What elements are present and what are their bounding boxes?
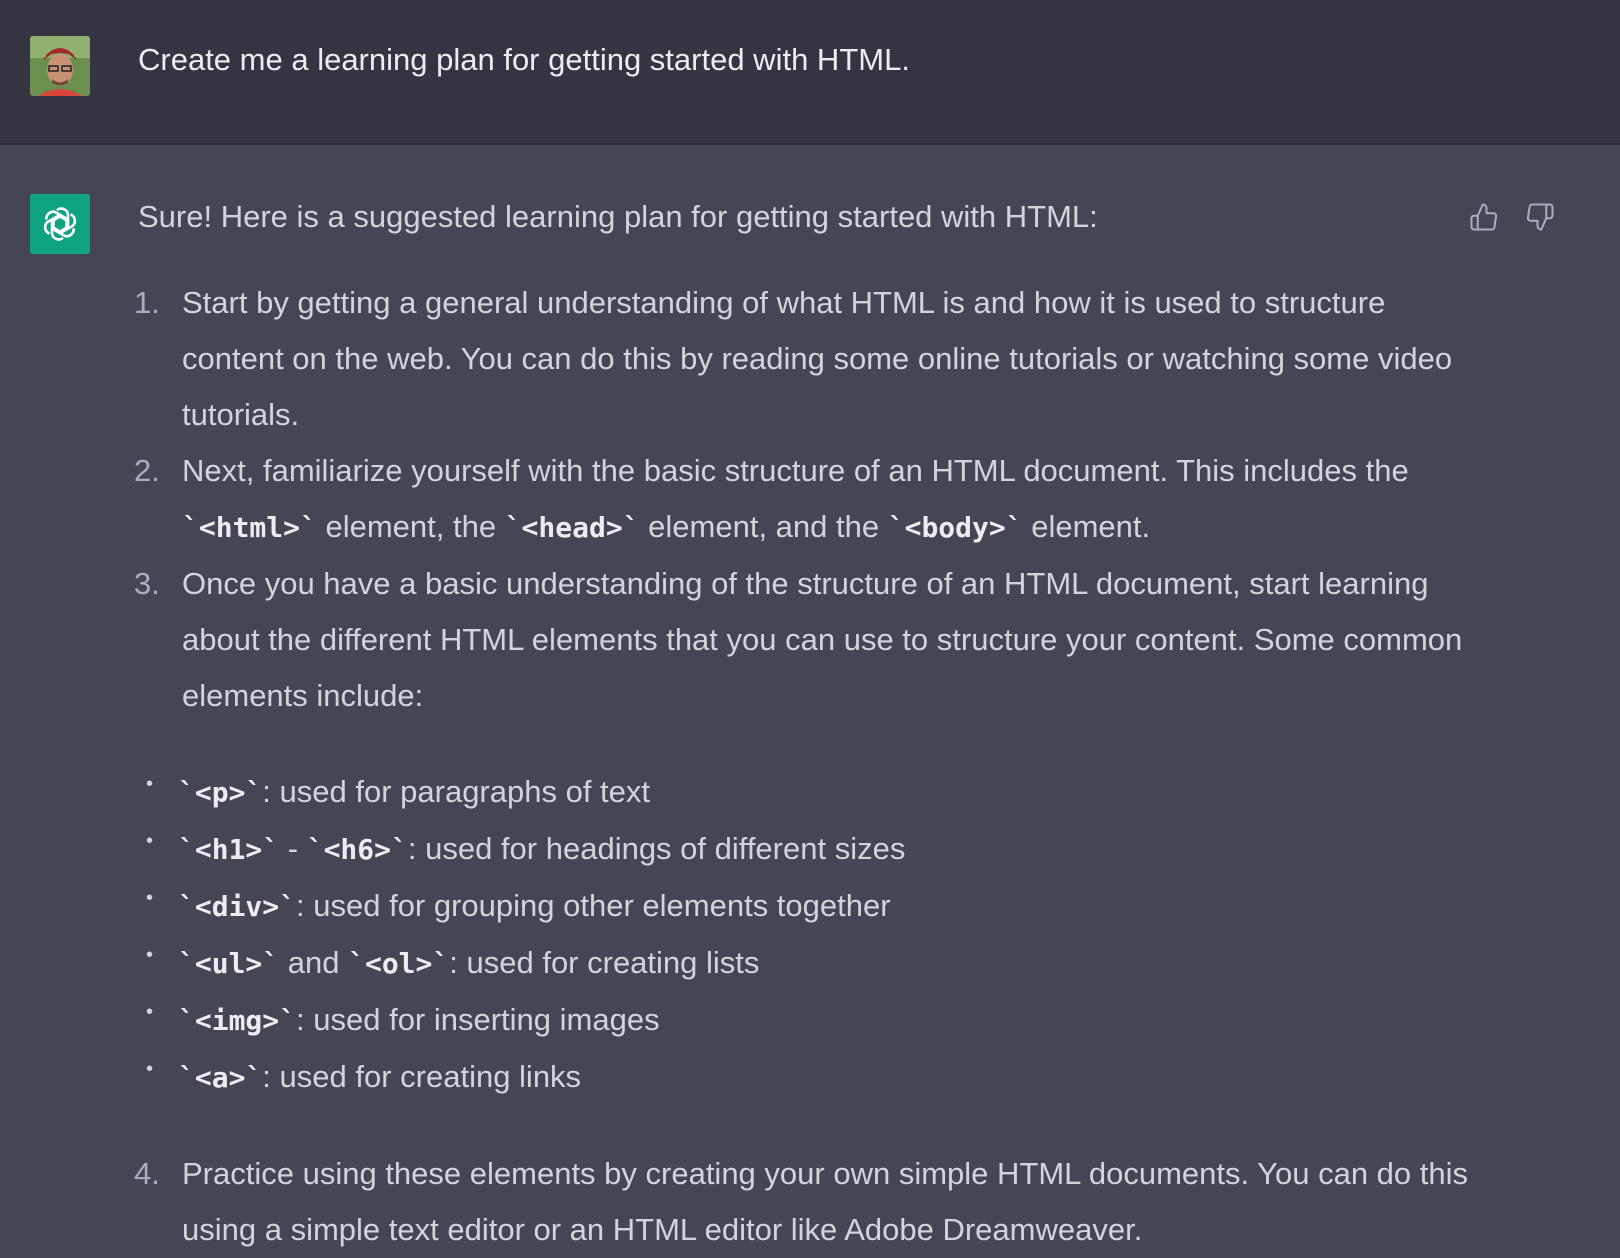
inline-code: `<p>`: [178, 776, 263, 809]
html-elements-list: • `<p>`: used for paragraphs of text • `…: [134, 764, 1468, 1106]
user-avatar: [30, 36, 90, 96]
inline-code: `<ul>`: [178, 947, 280, 980]
step-number: 4.: [134, 1156, 160, 1191]
user-message-text: Create me a learning plan for getting st…: [138, 42, 910, 77]
step-number: 3.: [134, 566, 160, 601]
learning-steps-list-continued: 4. Practice using these elements by crea…: [134, 1146, 1469, 1258]
step-text: element.: [1022, 509, 1151, 544]
element-description: : used for creating links: [262, 1059, 582, 1094]
step-text: Once you have a basic understanding of t…: [182, 566, 1463, 713]
step-number: 1.: [134, 285, 160, 320]
learning-steps-list: 1. Start by getting a general understand…: [134, 275, 1468, 724]
list-item: • `<h1>` - `<h6>`: used for headings of …: [134, 821, 1468, 878]
inline-code: `<img>`: [178, 1004, 297, 1037]
bullet: •: [146, 773, 154, 795]
inline-code: `<ol>`: [348, 947, 450, 980]
step-number: 2.: [134, 453, 160, 488]
element-description: : used for creating lists: [449, 945, 760, 980]
separator-text: and: [279, 945, 349, 980]
element-description: : used for grouping other elements toget…: [296, 888, 891, 923]
step-text: Next, familiarize yourself with the basi…: [182, 453, 1409, 488]
list-item: • `<p>`: used for paragraphs of text: [134, 764, 1468, 821]
bullet: •: [146, 830, 154, 852]
assistant-intro: Sure! Here is a suggested learning plan …: [138, 199, 1098, 234]
list-item: • `<div>`: used for grouping other eleme…: [134, 878, 1468, 935]
inline-code: `<html>`: [182, 511, 317, 544]
inline-code: `<h1>`: [178, 833, 280, 866]
list-item: 2. Next, familiarize yourself with the b…: [134, 443, 1468, 556]
list-item: 4. Practice using these elements by crea…: [134, 1146, 1469, 1258]
inline-code: `<h6>`: [306, 833, 408, 866]
thumbs-down-icon: [1526, 203, 1554, 231]
bullet: •: [146, 1058, 154, 1080]
inline-code: `<head>`: [504, 511, 640, 544]
assistant-message-content: Sure! Here is a suggested learning plan …: [134, 197, 1469, 1258]
element-description: : used for paragraphs of text: [262, 774, 651, 809]
element-description: : used for inserting images: [296, 1002, 660, 1037]
list-item: • `<ul>` and `<ol>`: used for creating l…: [134, 935, 1468, 992]
step-text: element, the: [316, 509, 505, 544]
bullet: •: [146, 887, 154, 909]
step-text: Start by getting a general understanding…: [182, 285, 1453, 432]
list-item: 1. Start by getting a general understand…: [134, 275, 1468, 443]
step-text: element, and the: [639, 509, 888, 544]
list-item: • `<a>`: used for creating links: [134, 1049, 1468, 1106]
openai-logo-icon: [30, 194, 90, 254]
list-item: 3. Once you have a basic understanding o…: [134, 556, 1468, 724]
assistant-message-row: Sure! Here is a suggested learning plan …: [0, 145, 1620, 1247]
step-text: Practice using these elements by creatin…: [182, 1156, 1469, 1247]
thumbs-down-button[interactable]: [1523, 200, 1557, 234]
thumbs-up-icon: [1470, 203, 1498, 231]
thumbs-up-button[interactable]: [1467, 200, 1501, 234]
list-item: • `<img>`: used for inserting images: [134, 992, 1468, 1049]
inline-code: `<div>`: [178, 890, 297, 923]
inline-code: `<a>`: [178, 1061, 263, 1094]
element-description: : used for headings of different sizes: [407, 831, 906, 866]
user-message-row: Create me a learning plan for getting st…: [0, 0, 1620, 145]
bullet: •: [146, 944, 154, 966]
separator-text: -: [279, 831, 307, 866]
inline-code: `<body>`: [887, 511, 1023, 544]
bullet: •: [146, 1001, 154, 1023]
